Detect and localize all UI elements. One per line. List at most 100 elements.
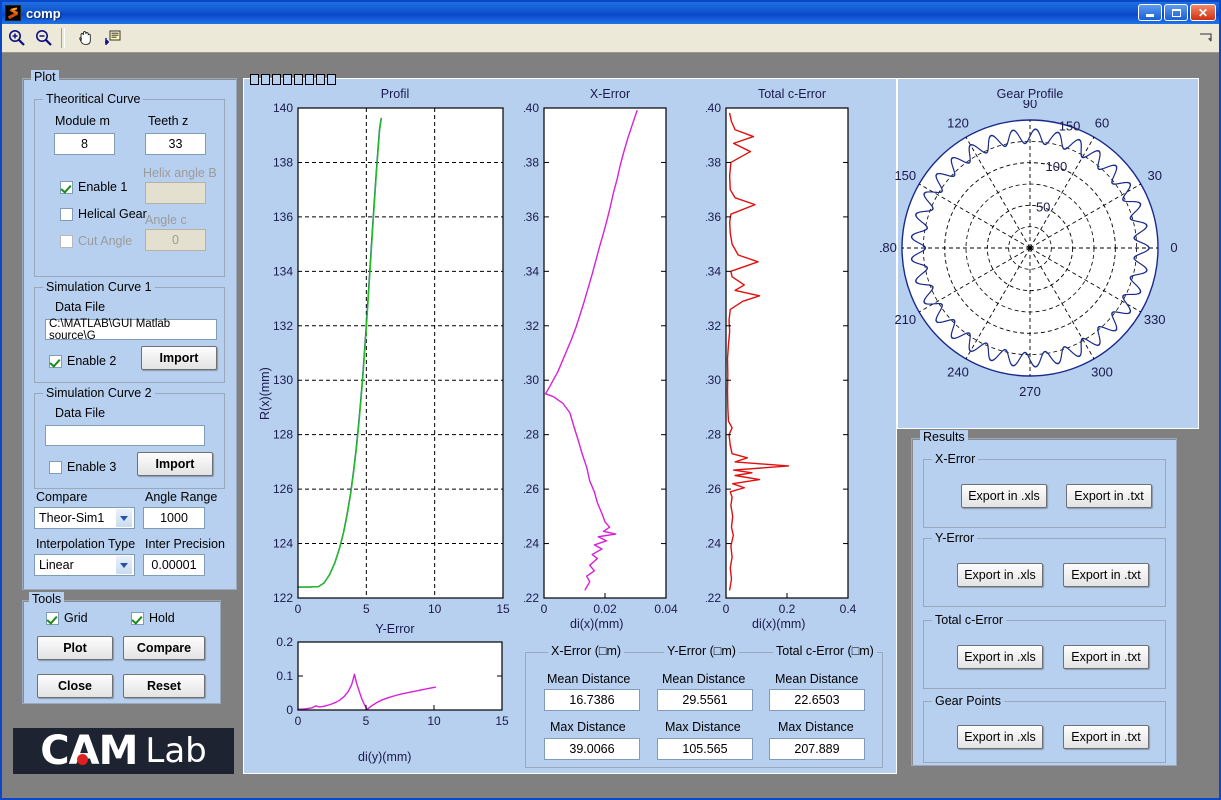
svg-text:30: 30 [1147,168,1161,183]
logo-primary-text: CAM [40,728,138,774]
svg-text:128: 128 [524,428,539,442]
angle-range-input[interactable]: 1000 [143,507,205,529]
theoretical-curve-group: Theoritical Curve Module m Teeth z 8 33 … [34,92,225,277]
svg-text:130: 130 [706,373,721,387]
application-window: comp ✕ Plot Theoritical Curve Module m T… [0,0,1221,800]
interpolation-type-label: Interpolation Type [36,537,136,551]
helical-gear-checkbox[interactable]: Helical Gear [60,207,147,221]
total-c-error-chart: 122 124 126 128 130 132 134 136 138 140 0 0.2 0.4 [706,101,857,616]
results-group-gear-points: Gear Points Export in .xls Export in .tx… [923,694,1166,763]
compare-select[interactable]: Theor-Sim1 [34,507,135,529]
svg-text:122: 122 [273,591,293,605]
svg-text:132: 132 [273,319,293,333]
export-total-c-error-txt-button[interactable]: Export in .txt [1063,645,1149,669]
svg-text:5: 5 [363,714,370,728]
stats-col-2-max-value: 207.889 [769,738,865,760]
svg-text:150: 150 [1059,118,1081,133]
sim2-import-button[interactable]: Import [137,452,213,476]
enable-1-label: Enable 1 [78,180,128,194]
svg-text:132: 132 [706,319,721,333]
sim2-datafile-input[interactable] [45,425,205,446]
export-x-error-xls-button[interactable]: Export in .xls [961,484,1047,508]
sim1-datafile-label: Data File [55,300,106,314]
y-error-x-axis-label: di(y)(mm) [358,750,412,764]
svg-text:0.4: 0.4 [840,602,857,616]
svg-text:5: 5 [363,602,370,616]
svg-text:120: 120 [947,115,969,130]
reset-button[interactable]: Reset [123,674,205,698]
results-group-x-error: X-Error Export in .xls Export in .txt [923,452,1166,528]
stats-col-0-mean-value: 16.7386 [544,689,640,711]
svg-text:150: 150 [894,168,916,183]
plot-button[interactable]: Plot [37,636,113,660]
enable-2-checkbox[interactable]: Enable 2 [49,354,116,368]
matlab-icon [5,5,21,21]
svg-text:128: 128 [706,428,721,442]
stats-col-0-mean-label: Mean Distance [547,672,631,686]
module-label: Module m [55,114,110,128]
interpolation-type-select[interactable]: Linear [34,554,135,576]
profil-chart-title: Profil [380,87,410,101]
teeth-input[interactable]: 33 [145,133,206,155]
svg-text:124: 124 [524,537,539,551]
svg-text:0: 0 [1170,240,1177,255]
svg-text:300: 300 [1091,365,1113,380]
sim1-datafile-input[interactable]: C:\MATLAB\GUI Matlab source\G [45,318,217,342]
box-glyph [250,74,259,85]
maximize-button[interactable] [1164,4,1188,21]
box-glyph [327,74,336,85]
svg-text:140: 140 [273,101,293,115]
export-y-error-xls-button[interactable]: Export in .xls [957,563,1043,587]
toolbar-overflow-arrow[interactable] [1199,31,1213,49]
svg-text:0.2: 0.2 [276,636,293,649]
data-cursor-icon[interactable] [100,26,124,50]
export-x-error-txt-button[interactable]: Export in .txt [1066,484,1152,508]
module-input[interactable]: 8 [54,133,115,155]
close-button[interactable]: ✕ [1190,4,1216,21]
enable-1-checkbox[interactable]: Enable 1 [60,180,127,194]
sim1-import-button[interactable]: Import [141,346,217,370]
results-panel: Results X-Error Export in .xls Export in… [911,430,1177,766]
close-button-tools[interactable]: Close [37,674,113,698]
inter-precision-input[interactable]: 0.00001 [143,554,205,576]
compare-button[interactable]: Compare [123,636,205,660]
export-gear-points-txt-button[interactable]: Export in .txt [1063,725,1149,749]
minimize-button[interactable] [1138,4,1162,21]
enable-2-label: Enable 2 [67,354,117,368]
pan-icon[interactable] [73,26,97,50]
export-total-c-error-xls-button[interactable]: Export in .xls [957,645,1043,669]
stats-col-2-header: Total c-Error (□m) [773,644,877,658]
hold-checkbox-box [131,611,144,625]
zoom-out-icon[interactable] [32,26,56,50]
helix-angle-label: Helix angle B [143,166,217,180]
logo-dot [77,754,88,765]
stats-col-0-header: X-Error (□m) [548,644,625,658]
svg-text:124: 124 [273,537,293,551]
box-glyph [305,74,314,85]
svg-text:90: 90 [1023,100,1037,111]
cut-angle-checkbox: Cut Angle [60,234,132,248]
y-error-chart: 0 0.1 0.2 0 5 10 15 [276,636,509,728]
enable-2-checkbox-box [49,354,62,368]
enable-3-checkbox[interactable]: Enable 3 [49,460,116,474]
stats-col-2-mean-label: Mean Distance [775,672,859,686]
svg-text:0.02: 0.02 [593,602,617,616]
cut-angle-label: Cut Angle [78,234,133,248]
gear-profile-title: Gear Profile [996,87,1064,101]
helical-gear-label: Helical Gear [78,207,147,221]
svg-text:0: 0 [541,602,548,616]
hold-checkbox[interactable]: Hold [131,611,175,625]
svg-text:50: 50 [1036,199,1050,214]
compare-select-value: Theor-Sim1 [39,511,105,525]
export-gear-points-xls-button[interactable]: Export in .xls [957,725,1043,749]
toolbar [2,24,1219,53]
export-y-error-txt-button[interactable]: Export in .txt [1063,563,1149,587]
results-group-y-error-title: Y-Error [932,531,978,545]
svg-text:126: 126 [524,482,539,496]
total-c-error-chart-title: Total c-Error [757,87,827,101]
angle-c-label: Angle c [145,213,187,227]
zoom-in-icon[interactable] [5,26,29,50]
svg-text:136: 136 [706,210,721,224]
grid-checkbox[interactable]: Grid [46,611,88,625]
box-glyph [272,74,281,85]
